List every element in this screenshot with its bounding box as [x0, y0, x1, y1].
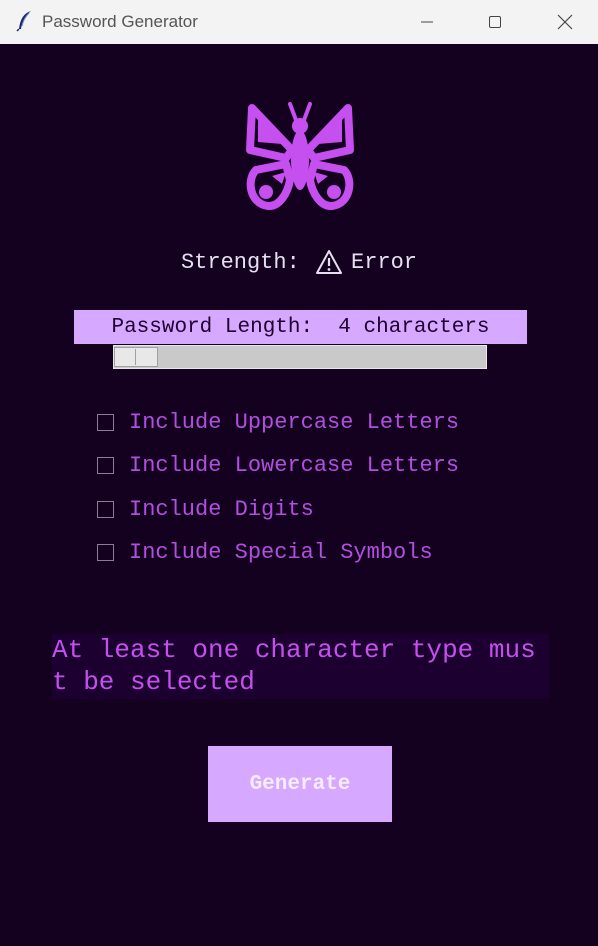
slider-thumb[interactable]: [114, 347, 158, 367]
title-bar: Password Generator: [0, 0, 598, 44]
butterfly-icon: [246, 102, 354, 210]
strength-value: Error: [351, 249, 418, 275]
minimize-button[interactable]: [392, 0, 462, 44]
lowercase-option[interactable]: Include Lowercase Letters: [97, 452, 459, 478]
strength-label: Strength:: [180, 249, 313, 275]
close-button[interactable]: [530, 0, 598, 44]
uppercase-option[interactable]: Include Uppercase Letters: [97, 409, 459, 435]
lowercase-label[interactable]: Include Lowercase Letters: [129, 453, 459, 478]
password-length-slider[interactable]: [113, 345, 487, 369]
symbols-label[interactable]: Include Special Symbols: [129, 540, 433, 565]
password-length-label: Password Length: 4 characters: [74, 310, 527, 344]
feather-icon: [16, 11, 31, 32]
digits-checkbox[interactable]: [97, 500, 114, 518]
digits-option[interactable]: Include Digits: [97, 496, 314, 522]
maximize-icon: [489, 16, 501, 28]
warning-icon: [316, 250, 342, 274]
maximize-button[interactable]: [460, 0, 530, 44]
digits-label[interactable]: Include Digits: [129, 497, 314, 522]
lowercase-checkbox[interactable]: [97, 456, 114, 474]
uppercase-checkbox[interactable]: [97, 413, 114, 431]
error-message: At least one character type must be sele…: [52, 634, 549, 699]
minimize-icon: [421, 21, 433, 23]
symbols-option[interactable]: Include Special Symbols: [97, 539, 433, 565]
window-title: Password Generator: [42, 12, 198, 31]
app-window: Password Generator Strength: Error Passw…: [0, 0, 598, 946]
close-icon: [557, 14, 573, 30]
generate-button[interactable]: Generate: [208, 746, 392, 822]
uppercase-label[interactable]: Include Uppercase Letters: [129, 410, 459, 435]
strength-indicator: Strength: Error: [0, 248, 598, 276]
symbols-checkbox[interactable]: [97, 543, 114, 561]
